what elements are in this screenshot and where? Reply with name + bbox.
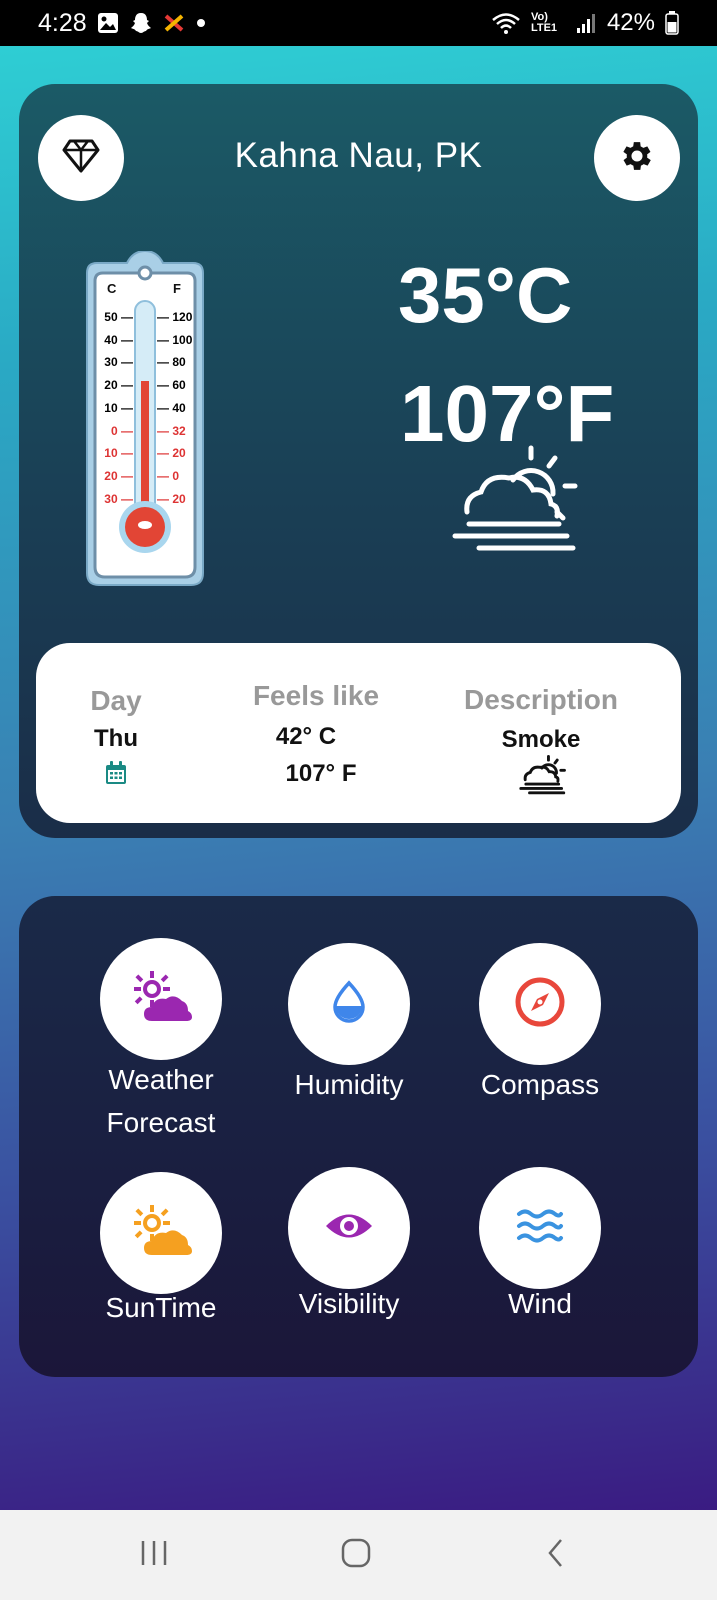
celsius-unit-label: C	[107, 281, 117, 296]
smoke-condition-icon	[518, 755, 568, 800]
f-tick: — 40	[157, 400, 186, 415]
c-tick: 0 —	[110, 423, 133, 438]
fahrenheit-unit-label: F	[173, 281, 181, 296]
gear-icon	[618, 137, 656, 180]
back-icon	[545, 1537, 567, 1574]
gallery-icon	[97, 12, 119, 34]
c-tick: 50 —	[104, 310, 133, 324]
f-tick: — 20	[157, 491, 186, 506]
waves-icon	[515, 1206, 565, 1251]
f-tick: — 80	[157, 355, 186, 370]
network-label: Vo) LTE1	[530, 11, 558, 34]
feels-like-label: Feels like	[252, 680, 380, 711]
compass-button[interactable]	[479, 943, 601, 1065]
weather-forecast-label: Weather Forecast	[106, 1064, 216, 1138]
compass-label: Compass	[480, 1069, 600, 1100]
wind-label: Wind	[508, 1288, 572, 1319]
info-panel: Day Thu Feels like 42° C 107° F Descript…	[36, 643, 681, 823]
f-tick: — 60	[157, 378, 186, 393]
f-tick: — 32	[157, 423, 186, 438]
day-value: Thu	[94, 725, 138, 752]
weather-forecast-button[interactable]	[100, 938, 222, 1060]
c-tick: 30 —	[104, 491, 133, 506]
c-tick: 30 —	[104, 355, 133, 370]
c-tick: 20 —	[104, 378, 133, 393]
humidity-button[interactable]	[288, 943, 410, 1065]
sun-behind-cloud-haze-icon	[451, 444, 581, 559]
sun-cloud-purple-icon	[128, 969, 194, 1030]
visibility-label: Visibility	[298, 1288, 400, 1319]
wifi-icon	[491, 11, 521, 35]
feels-like-celsius: 42° C	[275, 723, 337, 750]
suntime-label: SunTime	[105, 1292, 217, 1323]
status-right: Vo) LTE1 42%	[491, 9, 679, 37]
eye-icon	[324, 1209, 374, 1248]
home-button[interactable]	[296, 1510, 416, 1600]
recents-button[interactable]	[94, 1510, 214, 1600]
app-notification-icon	[163, 12, 185, 34]
description-label: Description	[463, 684, 619, 715]
home-icon	[340, 1537, 372, 1574]
celsius-scale: 50 — 40 — 30 — 20 — 10 — 0 — 10 — 20 — 3…	[93, 306, 133, 510]
calendar-icon	[104, 760, 128, 791]
thermometer-illustration: C F 50 — 40 — 30 — 20 — 10 — 0 — 10 — 20…	[71, 249, 219, 591]
settings-button[interactable]	[594, 115, 680, 201]
status-bar: 4:28 Vo) LTE1 42%	[0, 0, 717, 46]
status-left: 4:28	[38, 9, 207, 38]
battery-percent: 42%	[606, 9, 655, 36]
visibility-button[interactable]	[288, 1167, 410, 1289]
f-tick: — 120	[157, 310, 193, 324]
fahrenheit-scale: — 120 — 100 — 80 — 60 — 40 — 32 — 20 — 0…	[157, 306, 207, 510]
suntime-button[interactable]	[100, 1172, 222, 1294]
f-tick: — 20	[157, 446, 186, 461]
f-tick: — 100	[157, 332, 193, 347]
system-nav-bar	[0, 1510, 717, 1600]
c-tick: 10 —	[104, 446, 133, 461]
features-card: Weather Forecast Humidity Compass SunTim…	[19, 896, 698, 1377]
recents-icon	[139, 1539, 169, 1572]
signal-icon	[575, 12, 597, 34]
description-value: Smoke	[501, 726, 581, 753]
day-label: Day	[90, 685, 142, 716]
f-tick: — 0	[157, 468, 180, 483]
c-tick: 20 —	[104, 468, 133, 483]
compass-icon	[513, 975, 567, 1034]
wind-button[interactable]	[479, 1167, 601, 1289]
c-tick: 10 —	[104, 400, 133, 415]
humidity-label: Humidity	[294, 1069, 404, 1100]
c-tick: 40 —	[104, 332, 133, 347]
sun-cloud-orange-icon	[128, 1203, 194, 1264]
dot-icon	[195, 17, 207, 29]
water-drop-icon	[329, 979, 369, 1029]
current-weather-card: Kahna Nau, PK C F 50 — 40 — 30 — 20 — 10…	[19, 84, 698, 838]
feels-like-fahrenheit: 107° F	[285, 760, 357, 787]
back-button[interactable]	[496, 1510, 616, 1600]
temperature-celsius: 35°C	[398, 251, 573, 339]
snapchat-icon	[129, 11, 153, 35]
battery-icon	[665, 11, 679, 35]
status-time: 4:28	[38, 8, 87, 37]
